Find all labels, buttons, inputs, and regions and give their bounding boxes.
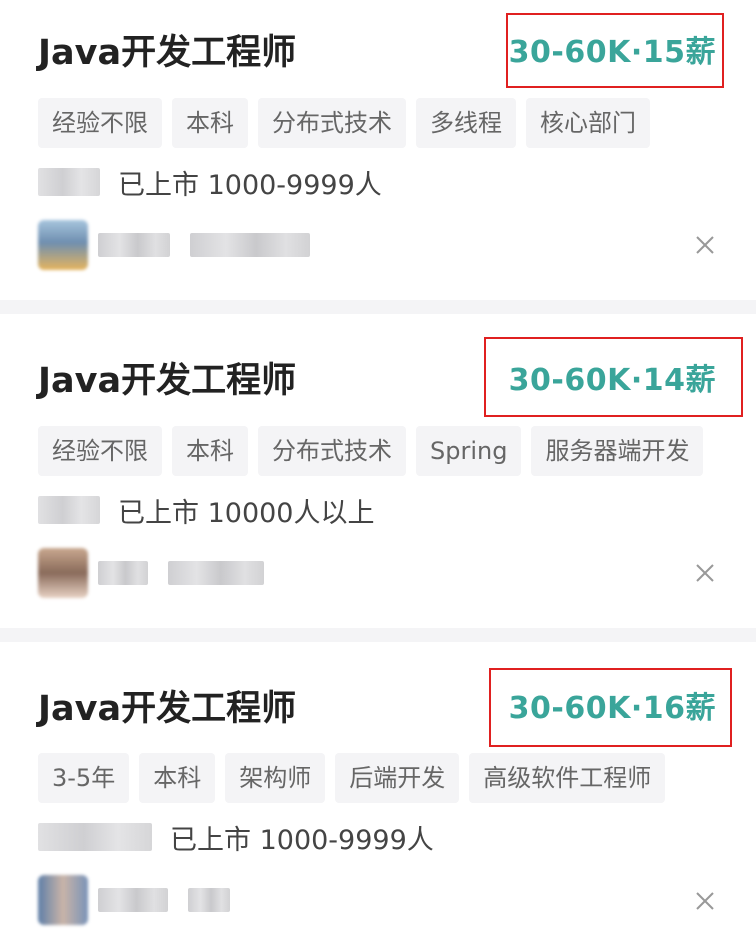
job-card[interactable]: Java开发工程师 30-60K·14薪 经验不限 本科 分布式技术 Sprin… [0,314,756,628]
tag: 本科 [172,98,248,148]
recruiter-row [38,546,284,600]
tag: 经验不限 [38,98,162,148]
company-logo [38,823,152,851]
company-info: 已上市 10000人以上 [118,497,375,529]
company-row: 已上市 1000-9999人 [38,162,382,202]
salary-label: 30-60K·15薪 [508,35,716,70]
recruiter-title [188,888,230,912]
company-info: 已上市 1000-9999人 [170,824,434,856]
tag: 后端开发 [335,753,460,803]
tag-list: 经验不限 本科 分布式技术 多线程 核心部门 [38,98,650,148]
tag: 多线程 [416,98,516,148]
company-row: 已上市 10000人以上 [38,490,374,530]
recruiter-title [168,561,264,585]
tag: 高级软件工程师 [469,753,666,803]
company-row: 已上市 1000-9999人 [38,817,434,857]
company-logo [38,168,100,196]
job-title: Java开发工程师 [38,33,297,73]
close-icon[interactable] [694,890,716,912]
recruiter-name [98,561,148,585]
tag: 核心部门 [526,98,650,148]
job-card[interactable]: Java开发工程师 30-60K·16薪 3-5年 本科 架构师 后端开发 高级… [0,642,756,946]
salary-label: 30-60K·16薪 [508,691,716,726]
avatar [38,875,88,925]
recruiter-row [38,218,330,272]
salary-label: 30-60K·14薪 [508,363,716,398]
tag: 服务器端开发 [531,426,704,476]
recruiter-name [98,233,170,257]
tag: 经验不限 [38,426,162,476]
company-info: 已上市 1000-9999人 [118,169,382,201]
job-title: Java开发工程师 [38,361,297,401]
tag-list: 经验不限 本科 分布式技术 Spring 服务器端开发 [38,426,704,476]
tag: 架构师 [225,753,326,803]
tag: 3-5年 [38,753,130,803]
tag: 分布式技术 [258,426,406,476]
recruiter-row [38,873,250,927]
avatar [38,220,88,270]
close-icon[interactable] [694,562,716,584]
recruiter-name [98,888,168,912]
tag-list: 3-5年 本科 架构师 后端开发 高级软件工程师 [38,753,666,803]
tag: Spring [416,426,522,476]
tag: 分布式技术 [258,98,406,148]
recruiter-title [190,233,310,257]
tag: 本科 [139,753,216,803]
close-icon[interactable] [694,234,716,256]
job-title: Java开发工程师 [38,689,297,729]
avatar [38,548,88,598]
company-logo [38,496,100,524]
tag: 本科 [172,426,248,476]
job-card[interactable]: Java开发工程师 30-60K·15薪 经验不限 本科 分布式技术 多线程 核… [0,0,756,300]
